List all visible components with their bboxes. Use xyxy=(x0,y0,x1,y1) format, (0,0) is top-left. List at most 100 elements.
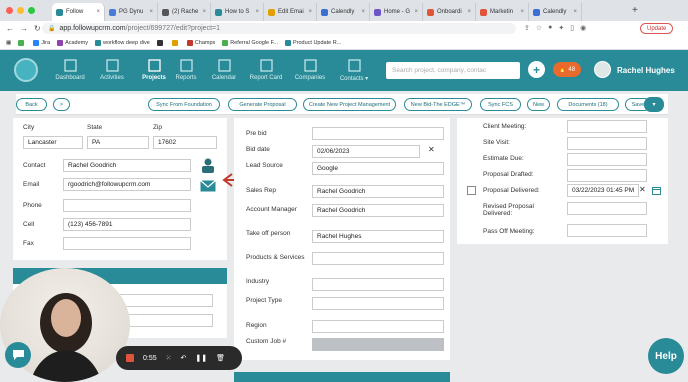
apps-grid-icon[interactable]: ▦ xyxy=(6,40,11,46)
sales-rep-input[interactable]: Rachel Goodrich xyxy=(312,185,444,198)
browser-tab[interactable]: Follow × xyxy=(52,3,105,21)
update-button[interactable]: Update xyxy=(640,23,674,34)
nav-item[interactable]: Reports xyxy=(166,59,206,81)
send-email-icon[interactable] xyxy=(200,180,216,192)
drawing-tool-icon[interactable]: ⁙ xyxy=(166,354,172,362)
nav-item[interactable]: Activities xyxy=(92,59,132,81)
sidepanel-icon[interactable]: ▯ xyxy=(570,24,574,32)
account-manager-input[interactable]: Rachel Goodrich xyxy=(312,204,444,217)
close-tab-icon[interactable]: × xyxy=(520,9,524,15)
nav-item[interactable]: Report Card xyxy=(246,59,286,81)
global-search-input[interactable]: Search project, company, contac xyxy=(386,62,520,79)
action-button[interactable]: New Bid-The EDGE™ xyxy=(404,98,472,111)
browser-tab[interactable]: Onboardi × xyxy=(423,3,476,21)
close-tab-icon[interactable]: × xyxy=(308,9,312,15)
bookmark-item[interactable] xyxy=(156,39,165,46)
forward-arrow-icon[interactable]: → xyxy=(20,24,28,33)
notifications-badge[interactable]: 🔥 48 xyxy=(553,62,581,77)
close-tab-icon[interactable]: × xyxy=(573,9,577,15)
city-input[interactable]: Lancaster xyxy=(23,136,83,149)
contact-input[interactable]: Rachel Goodrich xyxy=(63,159,191,172)
clear-delivered-icon[interactable]: ✕ xyxy=(639,185,646,194)
nav-item[interactable]: Contacts ▾ xyxy=(334,59,374,82)
stop-recording-icon[interactable] xyxy=(126,354,134,362)
contact-person-icon[interactable] xyxy=(201,158,215,174)
action-button[interactable]: Sync FCS xyxy=(480,98,521,111)
lower-field-1[interactable] xyxy=(113,294,213,307)
next-project-button[interactable]: > xyxy=(53,98,70,111)
products-input[interactable] xyxy=(312,252,444,265)
url-input[interactable]: 🔒 app.followupcrm.com /project/699727/ed… xyxy=(42,23,516,34)
star-icon[interactable]: ☆ xyxy=(536,24,542,32)
close-tab-icon[interactable]: × xyxy=(96,9,100,15)
takeoff-input[interactable]: Rachel Hughes xyxy=(312,230,444,243)
user-avatar[interactable] xyxy=(594,61,611,78)
puzzle-icon[interactable]: ✦ xyxy=(558,24,564,32)
revised-proposal-input[interactable] xyxy=(567,202,647,215)
proposal-drafted-input[interactable] xyxy=(567,169,647,182)
more-actions-button[interactable]: ▾ xyxy=(644,97,664,112)
bookmark-item[interactable] xyxy=(18,39,26,46)
nav-item[interactable]: Companies xyxy=(290,59,330,81)
maximize-window-dot[interactable] xyxy=(28,7,35,14)
bookmark-item[interactable]: Product Update R... xyxy=(284,39,341,46)
extension-icon[interactable]: ● xyxy=(548,24,552,32)
email-input[interactable]: rgoodrich@followupcrm.com xyxy=(63,178,191,191)
browser-tab[interactable]: Home - G × xyxy=(370,3,423,21)
close-tab-icon[interactable]: × xyxy=(149,9,153,15)
reload-icon[interactable]: ↻ xyxy=(34,24,41,33)
action-button[interactable]: Generate Proposal xyxy=(228,98,297,111)
profile-icon[interactable]: ◉ xyxy=(580,24,586,32)
project-type-input[interactable] xyxy=(312,297,444,310)
browser-tab[interactable]: Calendly × xyxy=(317,3,370,21)
action-button[interactable]: Create New Project Management xyxy=(303,98,396,111)
browser-tab[interactable]: How to S × xyxy=(211,3,264,21)
state-input[interactable]: PA xyxy=(87,136,149,149)
help-button[interactable]: Help xyxy=(648,338,684,374)
cell-input[interactable]: (123) 456-7891 xyxy=(63,218,191,231)
undo-icon[interactable]: ↶ xyxy=(181,354,187,362)
biddate-input[interactable]: 02/06/2023 xyxy=(312,145,420,158)
close-tab-icon[interactable]: × xyxy=(467,9,471,15)
close-tab-icon[interactable]: × xyxy=(414,9,418,15)
proposal-delivered-input[interactable]: 03/22/2023 01:45 PM xyxy=(567,184,639,197)
estimate-due-input[interactable] xyxy=(567,153,647,166)
app-logo[interactable] xyxy=(14,58,38,82)
browser-tab[interactable]: Marketin × xyxy=(476,3,529,21)
trash-icon[interactable]: 🗑 xyxy=(216,354,225,362)
site-visit-input[interactable] xyxy=(567,137,647,150)
browser-tab[interactable]: (2) Rache × xyxy=(158,3,211,21)
bookmark-item[interactable] xyxy=(171,39,180,46)
browser-tab[interactable]: Edit Emai × xyxy=(264,3,317,21)
quick-add-button[interactable]: + xyxy=(528,61,545,78)
browser-tab[interactable]: Calendly × xyxy=(529,3,582,21)
fax-input[interactable] xyxy=(63,237,191,250)
bookmark-item[interactable]: Champs xyxy=(186,39,215,46)
close-tab-icon[interactable]: × xyxy=(202,9,206,15)
phone-input[interactable] xyxy=(63,199,191,212)
close-window-dot[interactable] xyxy=(6,7,13,14)
client-meeting-input[interactable] xyxy=(567,120,647,133)
bookmark-item[interactable]: Academy xyxy=(57,39,88,46)
minimize-window-dot[interactable] xyxy=(17,7,24,14)
pause-icon[interactable]: ❚❚ xyxy=(195,354,207,362)
share-icon[interactable]: ⇪ xyxy=(524,24,530,32)
prebid-input[interactable] xyxy=(312,127,444,140)
zip-input[interactable]: 17602 xyxy=(153,136,217,149)
back-button[interactable]: Back xyxy=(16,98,47,111)
nav-item[interactable]: Dashboard xyxy=(50,59,90,81)
nav-item[interactable]: Calendar xyxy=(204,59,244,81)
proposal-delivered-checkbox[interactable] xyxy=(467,186,476,195)
user-name[interactable]: Rachel Hughes xyxy=(617,66,675,75)
action-button[interactable]: Documents (18) xyxy=(557,98,619,111)
new-tab-icon[interactable]: + xyxy=(632,5,638,16)
bookmark-item[interactable]: workflow deep dive xyxy=(95,39,150,46)
region-input[interactable] xyxy=(312,320,444,333)
bookmark-item[interactable]: Jira xyxy=(33,39,50,46)
pass-off-input[interactable] xyxy=(567,224,647,237)
lead-source-input[interactable]: Google xyxy=(312,162,444,175)
close-tab-icon[interactable]: × xyxy=(361,9,365,15)
action-button[interactable]: New xyxy=(527,98,550,111)
back-arrow-icon[interactable]: ← xyxy=(6,24,14,33)
bookmark-item[interactable]: Referral Google F... xyxy=(222,39,278,46)
